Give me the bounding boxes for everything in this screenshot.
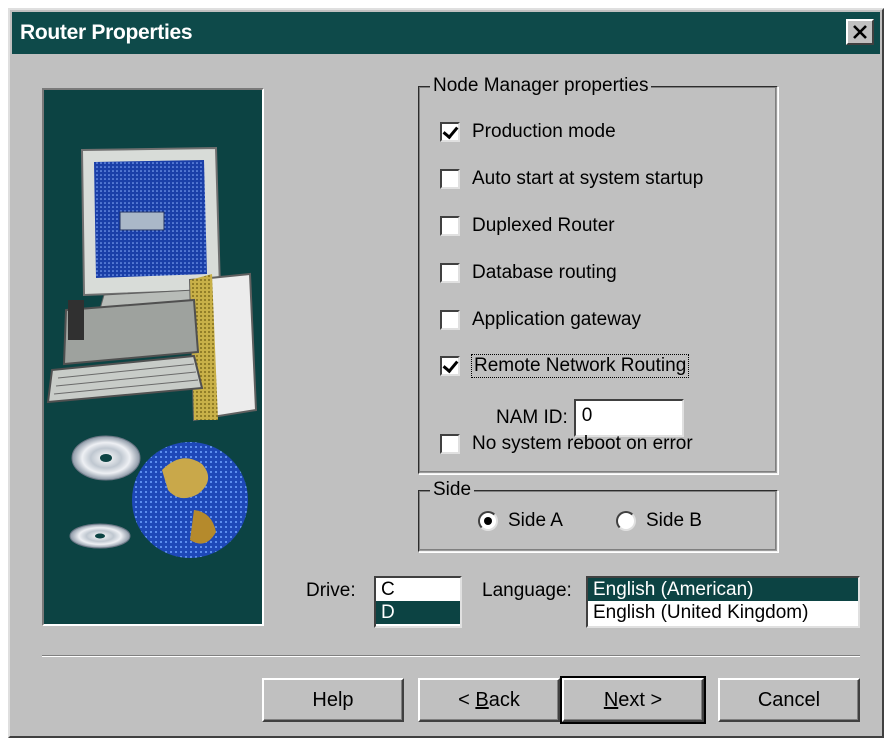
computer-globe-cd-illustration	[46, 146, 258, 558]
database-routing-checkbox[interactable]	[440, 263, 460, 283]
close-button[interactable]	[846, 19, 874, 45]
side-a-option[interactable]: Side A	[478, 510, 563, 532]
database-routing-option[interactable]: Database routing	[440, 259, 617, 287]
remote-network-routing-label: Remote Network Routing	[470, 354, 690, 378]
application-gateway-label: Application gateway	[472, 309, 641, 330]
node-manager-legend: Node Manager properties	[430, 75, 652, 97]
drive-item-d[interactable]: D	[376, 601, 460, 624]
back-button[interactable]: < Back	[418, 678, 560, 722]
remote-network-routing-checkbox[interactable]	[440, 356, 460, 376]
production-mode-label: Production mode	[472, 121, 616, 142]
router-properties-dialog: Router Properties Node Manager propertie…	[8, 8, 884, 738]
drive-item-c[interactable]: C	[376, 578, 460, 601]
next-button[interactable]: Next >	[560, 676, 706, 724]
application-gateway-option[interactable]: Application gateway	[440, 306, 641, 334]
duplexed-router-label: Duplexed Router	[472, 215, 615, 236]
drive-listbox[interactable]: C D	[374, 576, 462, 628]
node-manager-group: Node Manager properties Production mode …	[418, 75, 778, 474]
back-mnemonic: B	[475, 688, 489, 711]
auto-start-checkbox[interactable]	[440, 169, 460, 189]
production-mode-checkbox[interactable]	[440, 122, 460, 142]
button-separator	[42, 655, 860, 657]
application-gateway-checkbox[interactable]	[440, 310, 460, 330]
duplexed-router-checkbox[interactable]	[440, 216, 460, 236]
no-reboot-label: No system reboot on error	[472, 433, 693, 454]
cancel-button[interactable]: Cancel	[718, 678, 860, 722]
close-icon	[853, 25, 867, 39]
side-a-radio[interactable]	[478, 511, 498, 531]
auto-start-label: Auto start at system startup	[472, 168, 704, 189]
side-a-label: Side A	[508, 510, 563, 531]
language-item-uk[interactable]: English (United Kingdom)	[588, 601, 858, 624]
language-listbox[interactable]: English (American) English (United Kingd…	[586, 576, 860, 628]
no-reboot-option[interactable]: No system reboot on error	[440, 430, 693, 458]
side-b-radio[interactable]	[616, 511, 636, 531]
language-item-american[interactable]: English (American)	[588, 578, 858, 601]
side-group: Side Side A Side B	[418, 479, 778, 552]
side-b-option[interactable]: Side B	[616, 510, 702, 532]
remote-network-routing-option[interactable]: Remote Network Routing	[440, 352, 690, 380]
next-rest: ext >	[618, 688, 663, 711]
next-mnemonic: N	[603, 688, 619, 711]
side-b-label: Side B	[646, 510, 702, 531]
duplexed-router-option[interactable]: Duplexed Router	[440, 212, 615, 240]
no-reboot-checkbox[interactable]	[440, 434, 460, 454]
back-prefix: <	[458, 688, 476, 711]
illustration-panel	[42, 88, 264, 626]
window-title: Router Properties	[20, 21, 193, 44]
drive-label: Drive:	[306, 580, 356, 601]
help-button[interactable]: Help	[262, 678, 404, 722]
nam-id-label: NAM ID:	[496, 407, 568, 428]
auto-start-option[interactable]: Auto start at system startup	[440, 165, 703, 193]
side-legend: Side	[430, 479, 475, 501]
database-routing-label: Database routing	[472, 262, 617, 283]
back-rest: ack	[488, 688, 520, 711]
title-bar: Router Properties	[12, 12, 880, 54]
language-label: Language:	[482, 580, 572, 601]
production-mode-option[interactable]: Production mode	[440, 118, 616, 146]
